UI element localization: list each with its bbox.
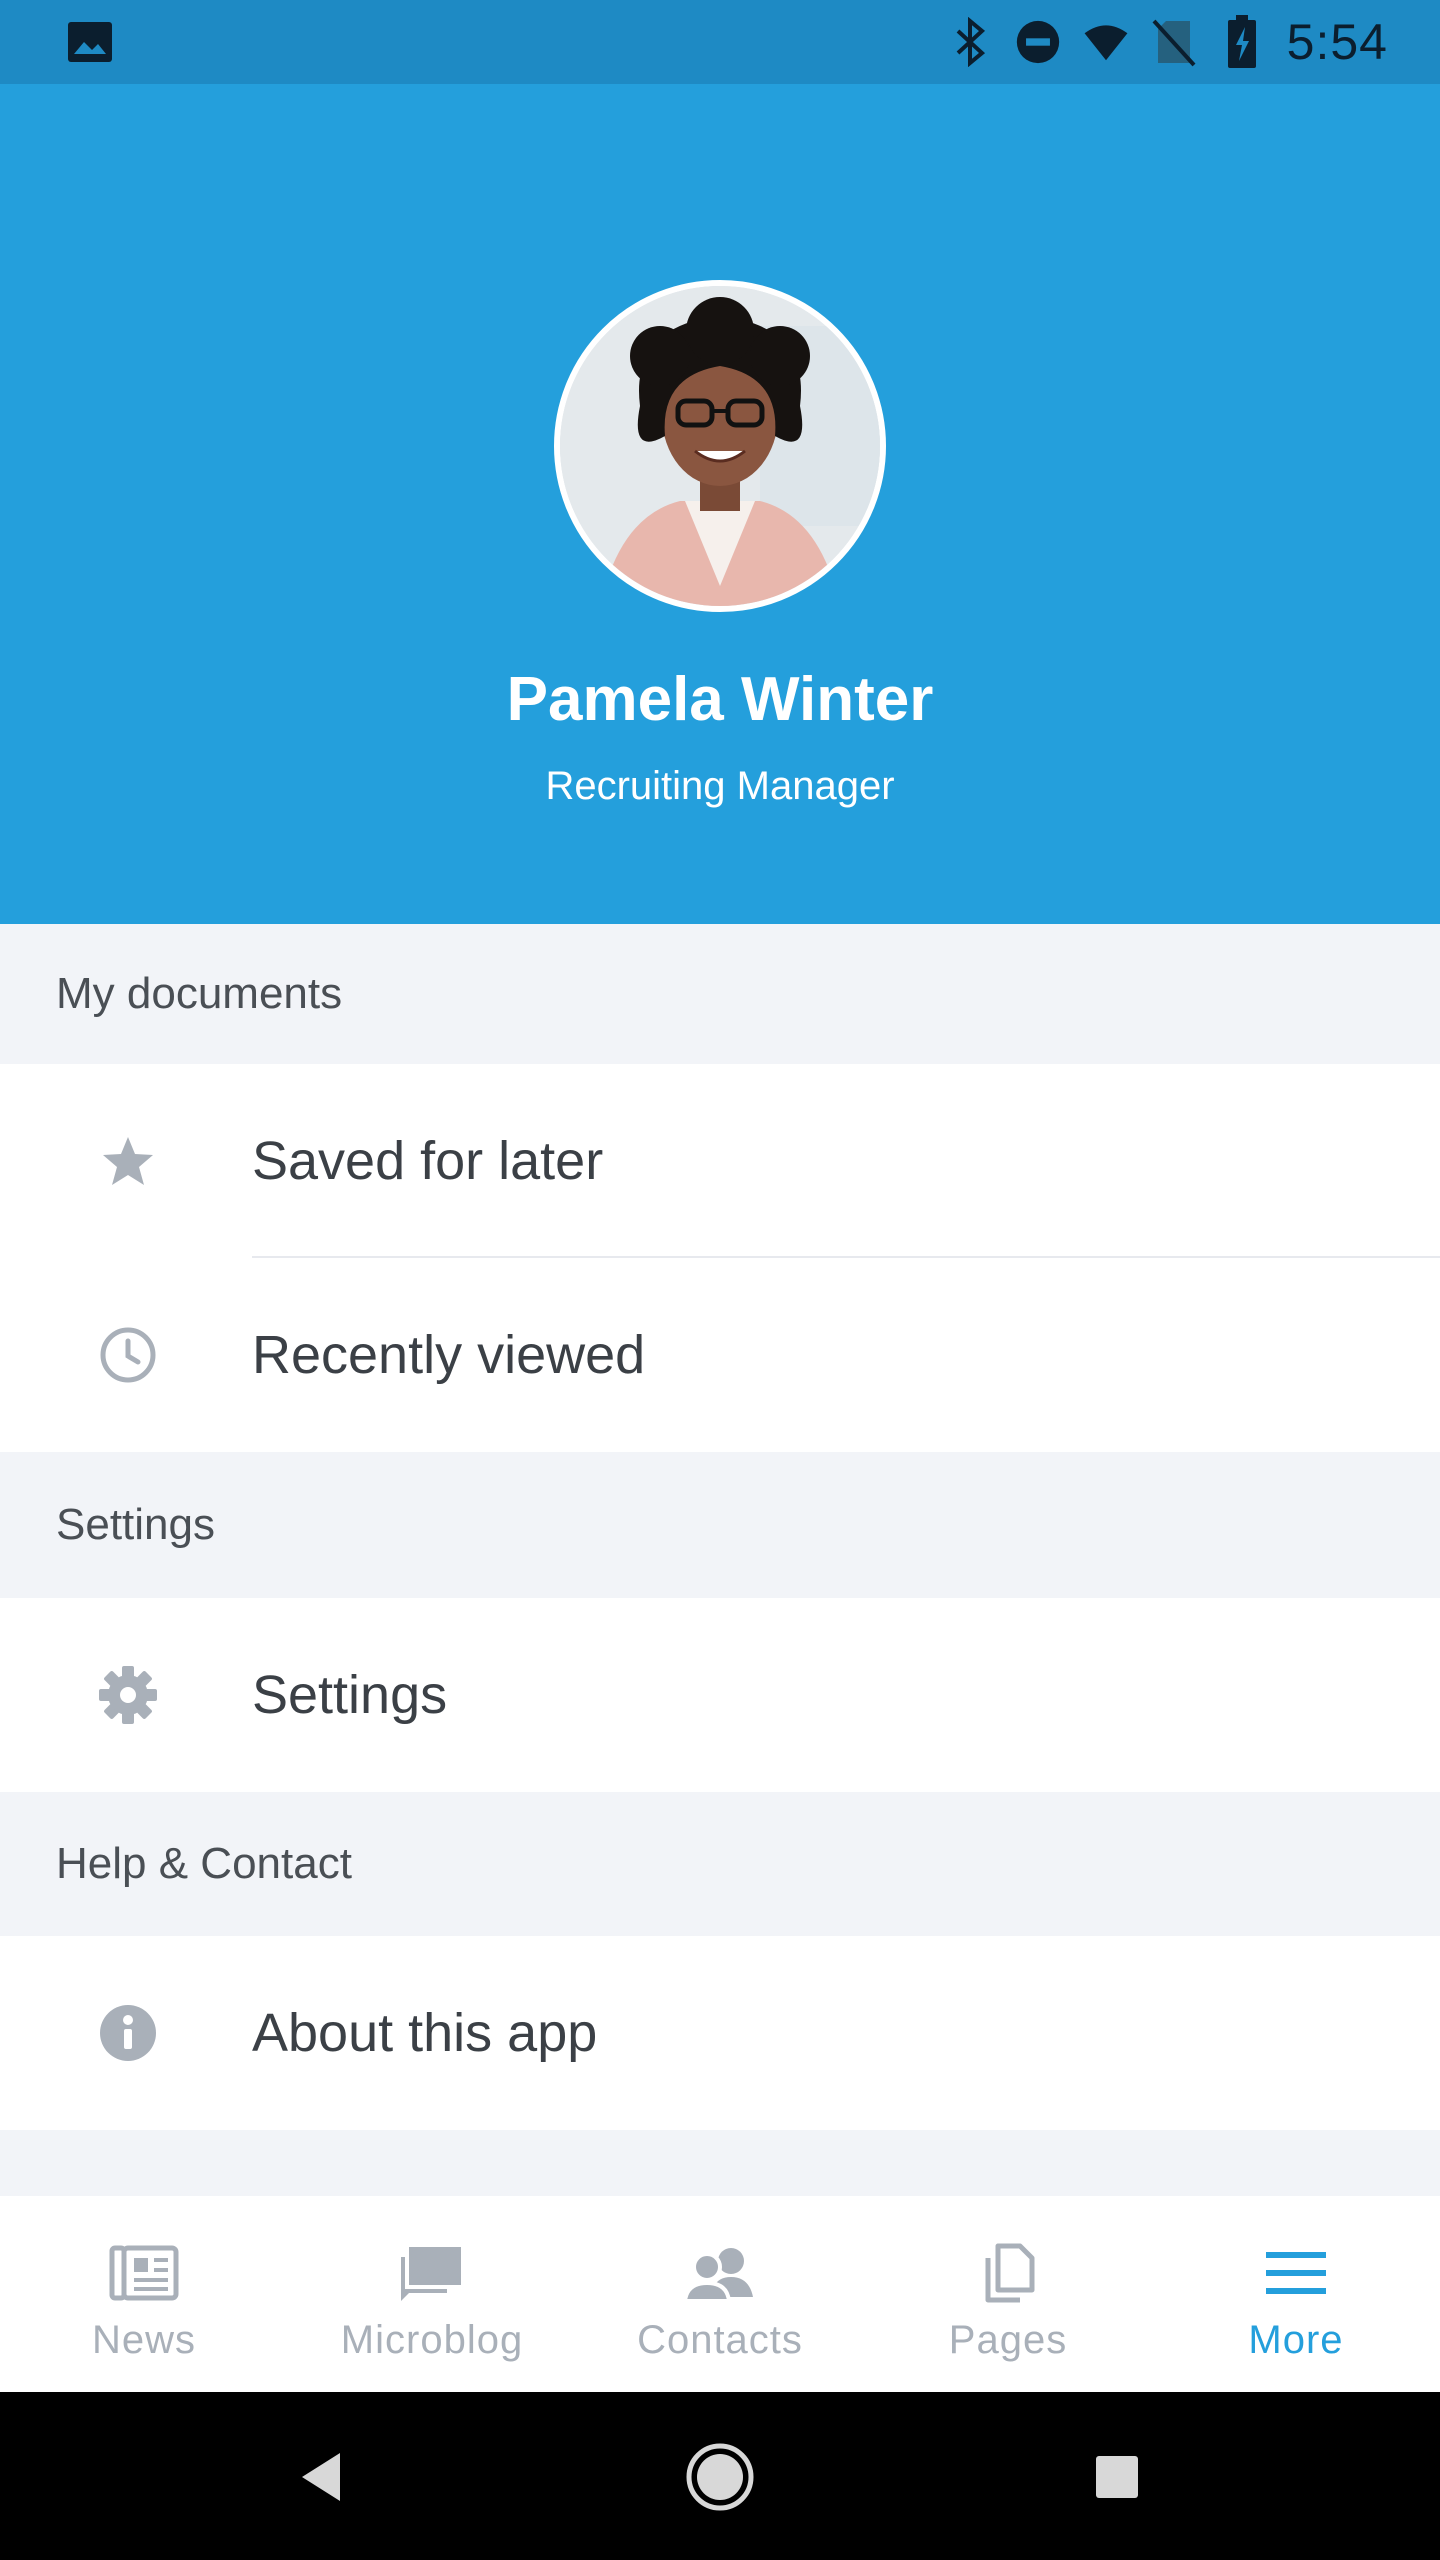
image-icon: [66, 20, 114, 64]
do-not-disturb-icon: [1015, 17, 1061, 67]
newspaper-icon: [104, 2238, 184, 2308]
nav-tab-pages[interactable]: Pages: [864, 2196, 1152, 2392]
home-icon[interactable]: [675, 2432, 765, 2522]
section-header-settings: Settings: [0, 1452, 1440, 1598]
bottom-navigation: News Microblog Contacts Pages More: [0, 2196, 1440, 2392]
menu-item-recently-viewed[interactable]: Recently viewed: [0, 1258, 1440, 1452]
nav-tab-news[interactable]: News: [0, 2196, 288, 2392]
contacts-icon: [680, 2238, 760, 2308]
star-icon: [92, 1125, 164, 1197]
user-role: Recruiting Manager: [545, 764, 895, 808]
gear-icon: [92, 1659, 164, 1731]
nav-tab-microblog[interactable]: Microblog: [288, 2196, 576, 2392]
bluetooth-icon: [947, 17, 993, 67]
nav-label: More: [1248, 2318, 1344, 2362]
menu-item-label: Settings: [252, 1665, 448, 1725]
chat-icon: [392, 2238, 472, 2308]
recents-icon[interactable]: [1072, 2432, 1162, 2522]
system-navigation-bar: [0, 2392, 1440, 2560]
clock-time: 5:54: [1286, 14, 1388, 70]
info-icon: [92, 1997, 164, 2069]
menu-item-label: Recently viewed: [252, 1325, 646, 1385]
nav-label: Contacts: [637, 2318, 803, 2362]
section-header-documents: My documents: [0, 924, 1440, 1064]
nav-label: Pages: [948, 2318, 1068, 2362]
pages-icon: [968, 2238, 1048, 2308]
nav-label: Microblog: [340, 2318, 524, 2362]
nav-label: News: [91, 2318, 197, 2362]
wifi-icon: [1083, 17, 1129, 67]
menu-icon: [1256, 2238, 1336, 2308]
nav-tab-contacts[interactable]: Contacts: [576, 2196, 864, 2392]
menu-item-label: Saved for later: [252, 1131, 604, 1191]
battery-charging-icon: [1219, 15, 1265, 68]
no-sim-icon: [1151, 17, 1197, 67]
menu-item-saved-for-later[interactable]: Saved for later: [0, 1064, 1440, 1258]
section-header-help: Help & Contact: [0, 1792, 1440, 1936]
clock-icon: [92, 1319, 164, 1391]
menu-item-about[interactable]: About this app: [0, 1936, 1440, 2130]
avatar[interactable]: [554, 280, 886, 612]
profile-header: Pamela Winter Recruiting Manager: [0, 84, 1440, 924]
back-icon[interactable]: [276, 2432, 366, 2522]
user-name: Pamela Winter: [506, 665, 934, 734]
nav-tab-more[interactable]: More: [1152, 2196, 1440, 2392]
status-bar: 5:54: [0, 0, 1440, 84]
menu-item-label: About this app: [252, 2003, 598, 2063]
menu-item-settings[interactable]: Settings: [0, 1598, 1440, 1792]
